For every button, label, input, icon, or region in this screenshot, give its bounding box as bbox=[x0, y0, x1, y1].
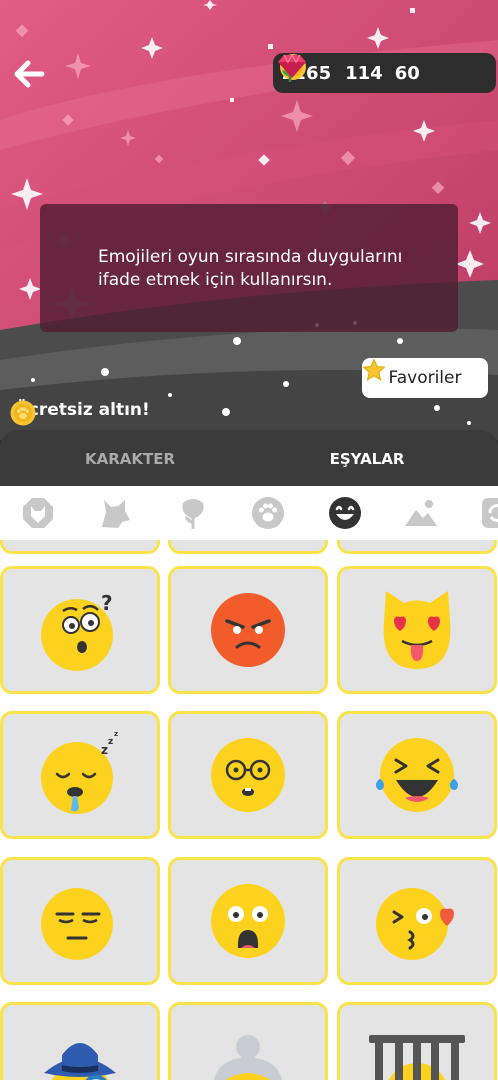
category-background[interactable] bbox=[404, 496, 438, 530]
gem-amount: 60 bbox=[394, 62, 420, 84]
emoji-grid: ? z z z bbox=[0, 540, 498, 1080]
emoji-card[interactable]: ? bbox=[0, 566, 160, 694]
card-partial bbox=[168, 540, 328, 554]
category-bar bbox=[0, 486, 498, 540]
rose-icon bbox=[182, 499, 204, 529]
emoji-card[interactable] bbox=[168, 857, 328, 985]
emoji-card[interactable] bbox=[337, 857, 497, 985]
hero-banner: 1265 114 60 Emojileri oyun sırasında duy… bbox=[0, 0, 498, 440]
emoji-card[interactable] bbox=[0, 857, 160, 985]
sleeping-emoji-icon: z z z bbox=[41, 730, 118, 814]
tab-karakter[interactable]: KARAKTER bbox=[60, 430, 200, 486]
category-rose[interactable] bbox=[176, 496, 210, 530]
emoji-card[interactable] bbox=[168, 711, 328, 839]
svg-text:z: z bbox=[108, 737, 113, 747]
paw-coin-icon bbox=[10, 400, 36, 426]
arrow-left-icon bbox=[14, 60, 45, 88]
currency-bar: 1265 114 60 bbox=[273, 53, 496, 93]
gem-icon bbox=[278, 53, 306, 78]
grandma-emoji-icon bbox=[213, 1035, 283, 1080]
refresh-icon bbox=[482, 498, 498, 528]
category-avatar-frame[interactable] bbox=[21, 496, 55, 530]
shocked-emoji-icon bbox=[211, 884, 285, 958]
emoji-card[interactable]: z z z bbox=[0, 711, 160, 839]
back-button[interactable] bbox=[8, 52, 52, 96]
angry-emoji-icon bbox=[211, 593, 285, 667]
laughing-tears-emoji-icon bbox=[376, 738, 458, 812]
emoji-card[interactable] bbox=[168, 1002, 328, 1080]
emoji-card[interactable] bbox=[337, 1002, 497, 1080]
star-icon bbox=[362, 358, 386, 381]
category-more[interactable] bbox=[480, 496, 498, 530]
main-tabs: KARAKTER EŞYALAR bbox=[0, 430, 498, 486]
tooltip-text: Emojileri oyun sırasında duygularını ifa… bbox=[98, 247, 403, 290]
wolf-icon bbox=[102, 500, 130, 528]
octagon-wolf-icon bbox=[23, 498, 53, 528]
card-partial bbox=[337, 540, 497, 554]
favorites-label: Favoriler bbox=[388, 368, 462, 388]
jailed-emoji-icon bbox=[369, 1035, 465, 1080]
emoji-card[interactable] bbox=[168, 566, 328, 694]
favorites-button[interactable]: Favoriler bbox=[362, 358, 488, 398]
rose-amount: 114 bbox=[345, 62, 383, 84]
unamused-emoji-icon bbox=[41, 888, 113, 960]
confused-emoji-icon: ? bbox=[41, 591, 113, 671]
detective-emoji-icon bbox=[44, 1043, 116, 1080]
emoji-card[interactable] bbox=[337, 711, 497, 839]
emoji-card[interactable] bbox=[0, 1002, 160, 1080]
paw-icon bbox=[252, 497, 284, 529]
category-character[interactable] bbox=[98, 496, 132, 530]
landscape-icon bbox=[405, 500, 437, 526]
category-paw[interactable] bbox=[251, 496, 285, 530]
emoji-icon bbox=[329, 497, 361, 529]
tab-esyalar[interactable]: EŞYALAR bbox=[297, 430, 437, 486]
category-emoji[interactable] bbox=[328, 496, 362, 530]
emoji-card[interactable] bbox=[337, 566, 497, 694]
svg-text:z: z bbox=[101, 743, 108, 757]
kiss-wink-emoji-icon bbox=[376, 888, 454, 960]
nerd-glasses-emoji-icon bbox=[211, 738, 285, 812]
info-tooltip: Emojileri oyun sırasında duygularını ifa… bbox=[40, 204, 458, 332]
heart-eyes-cat-emoji-icon bbox=[383, 591, 451, 669]
card-partial bbox=[0, 540, 160, 554]
svg-text:z: z bbox=[114, 730, 118, 738]
svg-text:?: ? bbox=[101, 591, 113, 615]
free-gold-button[interactable]: Ücretsiz altın! bbox=[10, 400, 150, 426]
